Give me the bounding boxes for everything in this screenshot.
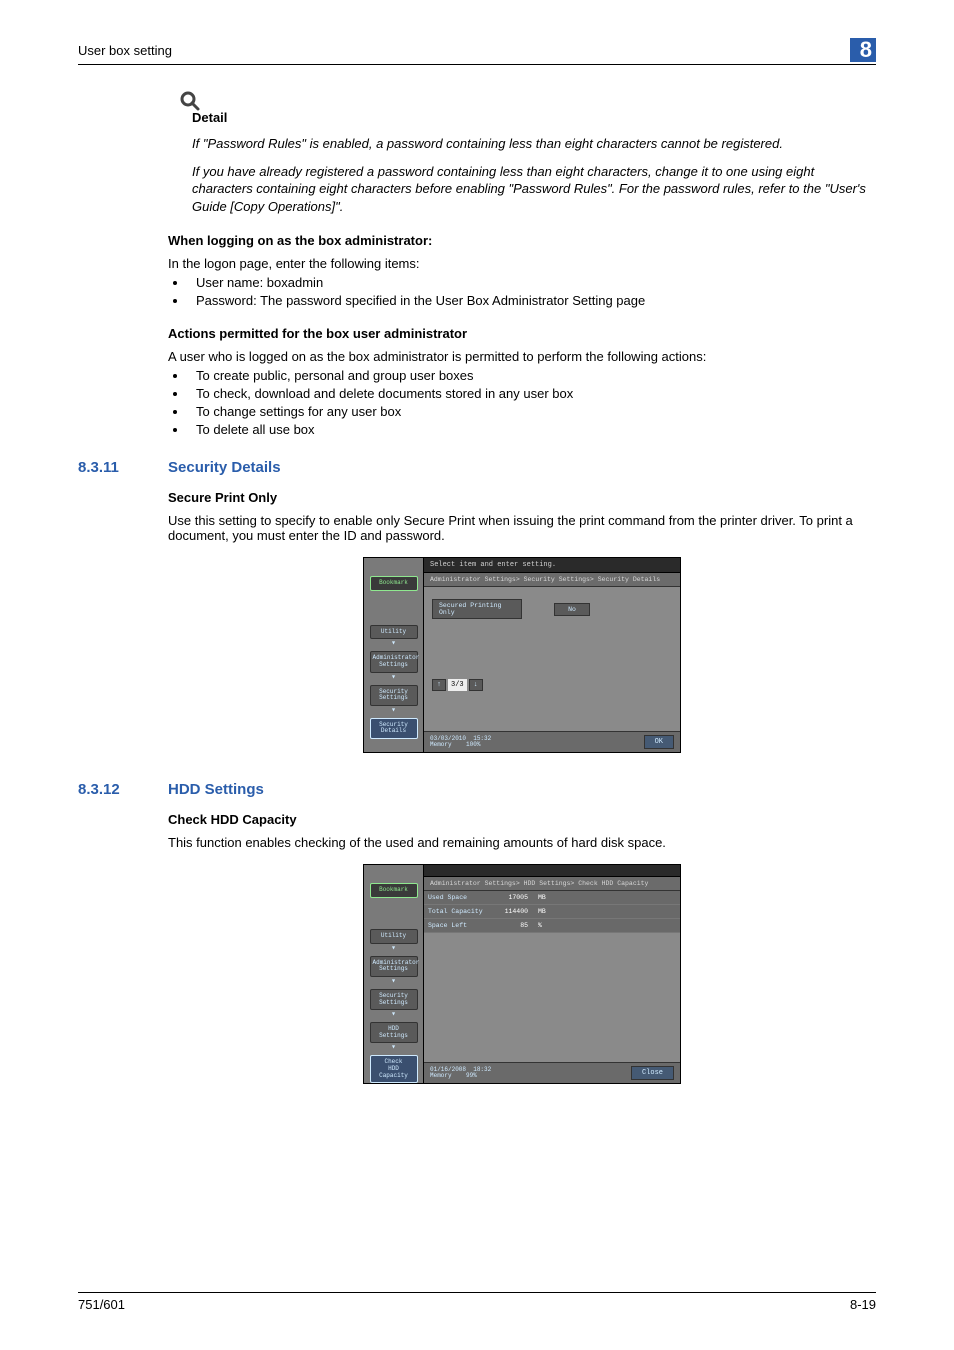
- pager-label: 3/3: [448, 679, 467, 691]
- panel-instruction: Select item and enter setting.: [424, 558, 680, 573]
- chevron-down-icon: ▾: [391, 1045, 396, 1051]
- secure-print-desc: Use this setting to specify to enable on…: [168, 513, 876, 543]
- sidebar-tab-hdd[interactable]: HDD Settings: [370, 1022, 418, 1043]
- bookmark-tab[interactable]: Bookmark: [370, 883, 418, 898]
- bookmark-tab[interactable]: Bookmark: [370, 576, 418, 591]
- section-8-3-11: 8.3.11 Security Details: [78, 459, 876, 476]
- chevron-down-icon: ▾: [391, 675, 396, 681]
- secured-printing-label[interactable]: Secured Printing Only: [432, 599, 522, 619]
- hdd-row-left: Space Left 85 %: [424, 919, 680, 933]
- sidebar-tab-admin[interactable]: Administrator Settings: [370, 651, 418, 672]
- actions-intro: A user who is logged on as the box admin…: [168, 349, 876, 364]
- list-item: User name: boxadmin: [188, 275, 876, 290]
- actions-heading: Actions permitted for the box user admin…: [168, 326, 876, 341]
- sidebar-tab-utility[interactable]: Utility: [370, 625, 418, 640]
- breadcrumb: Administrator Settings> Security Setting…: [424, 573, 680, 587]
- sidebar-tab-security[interactable]: Security Settings: [370, 685, 418, 706]
- breadcrumb: Administrator Settings> HDD Settings> Ch…: [424, 877, 680, 891]
- chevron-down-icon: ▾: [391, 1012, 396, 1018]
- list-item: To check, download and delete documents …: [188, 386, 876, 401]
- status-bar: 03/03/2010 15:32 Memory 100%: [430, 736, 491, 749]
- secure-print-heading: Secure Print Only: [168, 490, 876, 505]
- pager-down-button[interactable]: ↓: [469, 679, 483, 691]
- footer-page-num: 8-19: [850, 1297, 876, 1312]
- header-title: User box setting: [78, 43, 172, 58]
- panel-instruction: [424, 865, 680, 877]
- sidebar-tab-utility[interactable]: Utility: [370, 929, 418, 944]
- pager-up-button[interactable]: ↑: [432, 679, 446, 691]
- sidebar-tab-secdetails[interactable]: Security Details: [370, 718, 418, 739]
- section-title: Security Details: [168, 459, 281, 476]
- login-heading: When logging on as the box administrator…: [168, 233, 876, 248]
- chevron-down-icon: ▾: [391, 641, 396, 647]
- list-item: To create public, personal and group use…: [188, 368, 876, 383]
- header-chapter-num: 8: [850, 38, 876, 62]
- secured-printing-value[interactable]: No: [554, 603, 590, 616]
- login-intro: In the logon page, enter the following i…: [168, 256, 876, 271]
- list-item: Password: The password specified in the …: [188, 293, 876, 308]
- chevron-down-icon: ▾: [391, 708, 396, 714]
- sidebar-tab-security[interactable]: Security Settings: [370, 989, 418, 1010]
- ok-button[interactable]: OK: [644, 735, 674, 749]
- chevron-down-icon: ▾: [391, 979, 396, 985]
- hdd-capacity-screenshot: Bookmark Utility ▾ Administrator Setting…: [363, 864, 681, 1084]
- detail-p2: If you have already registered a passwor…: [192, 163, 876, 216]
- section-number: 8.3.12: [78, 781, 168, 798]
- list-item: To change settings for any user box: [188, 404, 876, 419]
- security-details-screenshot: Bookmark Utility ▾ Administrator Setting…: [363, 557, 681, 753]
- chevron-down-icon: ▾: [391, 946, 396, 952]
- status-bar: 01/16/2008 18:32 Memory 99%: [430, 1067, 491, 1080]
- page-footer: 751/601 8-19: [78, 1292, 876, 1312]
- section-8-3-12: 8.3.12 HDD Settings: [78, 781, 876, 798]
- hdd-row-total: Total Capacity 114400 MB: [424, 905, 680, 919]
- close-button[interactable]: Close: [631, 1066, 674, 1080]
- page-header: User box setting 8: [78, 38, 876, 65]
- sidebar-tab-check-hdd[interactable]: Check HDD Capacity: [370, 1055, 418, 1083]
- section-number: 8.3.11: [78, 459, 168, 476]
- list-item: To delete all use box: [188, 422, 876, 437]
- detail-heading: Detail: [192, 110, 876, 125]
- detail-p1: If "Password Rules" is enabled, a passwo…: [192, 135, 876, 153]
- footer-model: 751/601: [78, 1297, 125, 1312]
- actions-list: To create public, personal and group use…: [168, 368, 876, 437]
- section-title: HDD Settings: [168, 781, 264, 798]
- check-hdd-heading: Check HDD Capacity: [168, 812, 876, 827]
- login-list: User name: boxadmin Password: The passwo…: [168, 275, 876, 308]
- sidebar-tab-admin[interactable]: Administrator Settings: [370, 956, 418, 977]
- check-hdd-desc: This function enables checking of the us…: [168, 835, 876, 850]
- hdd-row-used: Used Space 17005 MB: [424, 891, 680, 905]
